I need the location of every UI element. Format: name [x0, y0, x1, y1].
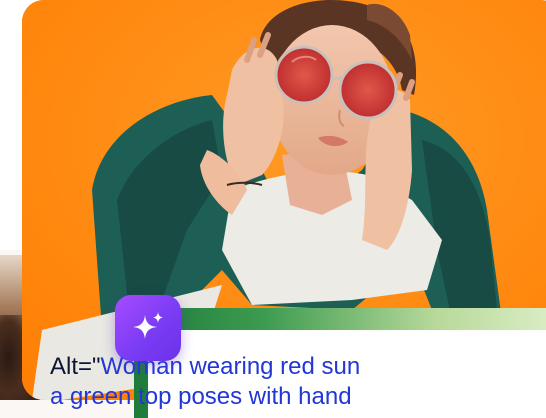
alt-text-value-line-1: Woman wearing red sun — [100, 353, 361, 380]
alt-text-value-line-2: a green top poses with hand — [50, 383, 352, 410]
alt-text-output[interactable]: Alt="Woman wearing red sun a green top p… — [50, 352, 546, 412]
sparkle-icon — [133, 312, 163, 339]
alt-attribute-prefix: Alt=" — [50, 353, 101, 380]
alt-text-line-1: Alt="Woman wearing red sun — [50, 352, 546, 382]
